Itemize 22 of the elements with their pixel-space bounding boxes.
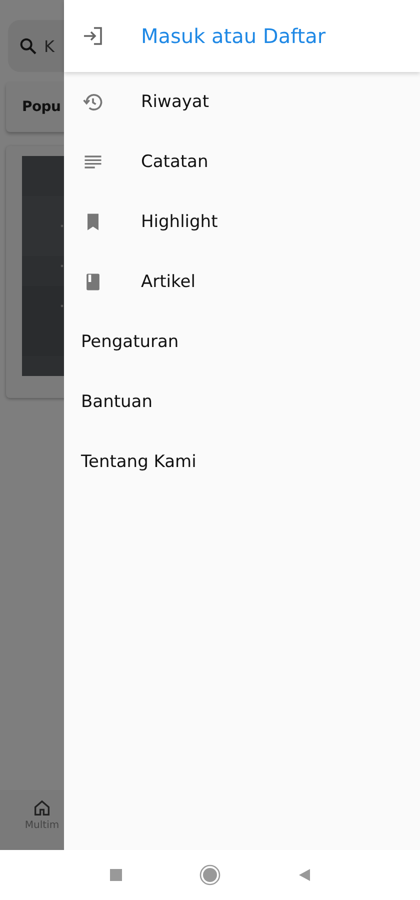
- menu-item[interactable]: Pengaturan: [64, 312, 179, 372]
- menu-label: Artikel: [141, 272, 196, 292]
- history-icon: [82, 91, 104, 113]
- recents-button[interactable]: [109, 868, 123, 882]
- menu-item[interactable]: Artikel: [64, 252, 420, 312]
- login-icon[interactable]: [81, 24, 105, 48]
- login-link[interactable]: Masuk atau Daftar: [141, 24, 326, 48]
- menu-label: Highlight: [141, 212, 218, 232]
- menu-label: Riwayat: [141, 92, 209, 112]
- search-field[interactable]: K: [8, 20, 64, 72]
- search-placeholder: K: [44, 36, 54, 56]
- menu-item[interactable]: Bantuan: [64, 372, 152, 432]
- home-icon[interactable]: [32, 798, 52, 818]
- menu-item[interactable]: Catatan: [64, 132, 420, 192]
- search-icon: [18, 36, 38, 56]
- back-button[interactable]: [297, 868, 311, 882]
- menu-label: Catatan: [141, 152, 208, 172]
- section-title: Popu: [22, 99, 61, 115]
- menu-item[interactable]: Highlight: [64, 192, 420, 252]
- home-button[interactable]: [199, 864, 221, 886]
- menu-item[interactable]: Riwayat: [64, 72, 420, 132]
- menu-item[interactable]: Tentang Kami: [64, 432, 196, 492]
